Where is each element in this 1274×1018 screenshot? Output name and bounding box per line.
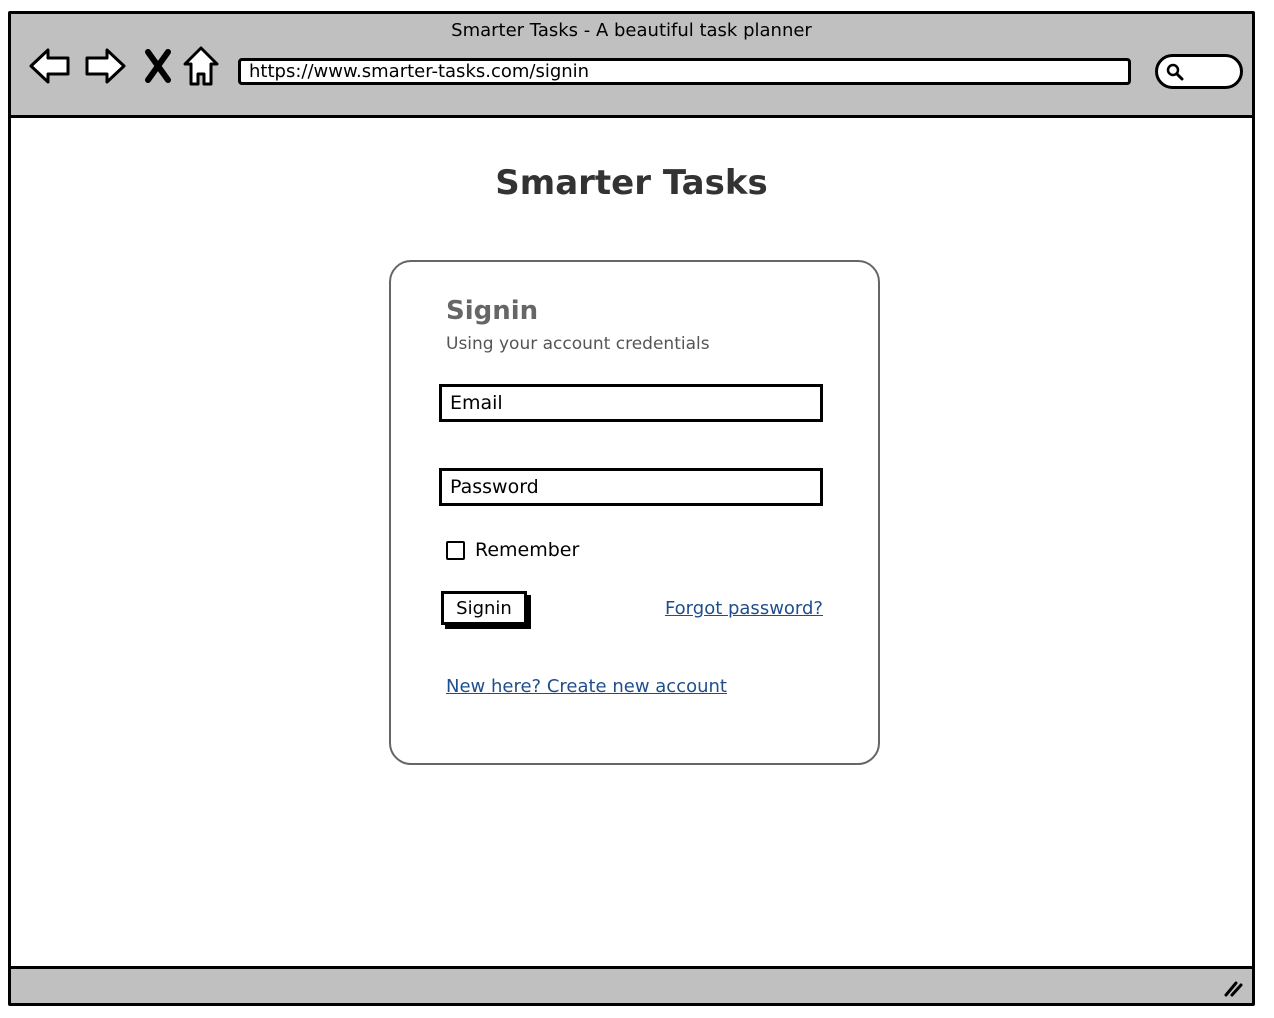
create-account-link[interactable]: New here? Create new account (446, 676, 727, 697)
page-content: Smarter Tasks Signin Using your account … (11, 118, 1252, 966)
status-bar (11, 966, 1252, 1003)
signin-subheading: Using your account credentials (446, 334, 710, 354)
home-icon[interactable] (181, 44, 221, 88)
signin-button[interactable]: Signin (441, 591, 527, 625)
browser-toolbar: Smarter Tasks - A beautiful task planner… (11, 14, 1252, 118)
app-title: Smarter Tasks (495, 163, 768, 203)
password-field[interactable] (439, 468, 823, 506)
forward-arrow-icon[interactable] (83, 44, 127, 88)
browser-window: Smarter Tasks - A beautiful task planner… (8, 11, 1255, 1006)
remember-row[interactable]: Remember (446, 538, 579, 562)
forgot-password-link[interactable]: Forgot password? (665, 598, 823, 619)
resize-grip-icon[interactable] (1222, 977, 1244, 999)
email-field[interactable] (439, 384, 823, 422)
remember-checkbox[interactable] (446, 540, 465, 560)
back-arrow-icon[interactable] (28, 44, 72, 88)
address-bar[interactable]: https://www.smarter-tasks.com/signin (238, 58, 1131, 85)
browser-search-box[interactable] (1155, 54, 1243, 89)
window-title: Smarter Tasks - A beautiful task planner (451, 20, 812, 41)
close-x-icon[interactable] (138, 44, 178, 88)
signin-card: Signin Using your account credentials Re… (389, 260, 880, 765)
remember-label: Remember (475, 539, 580, 561)
magnifier-icon (1166, 63, 1184, 81)
signin-heading: Signin (446, 296, 539, 326)
